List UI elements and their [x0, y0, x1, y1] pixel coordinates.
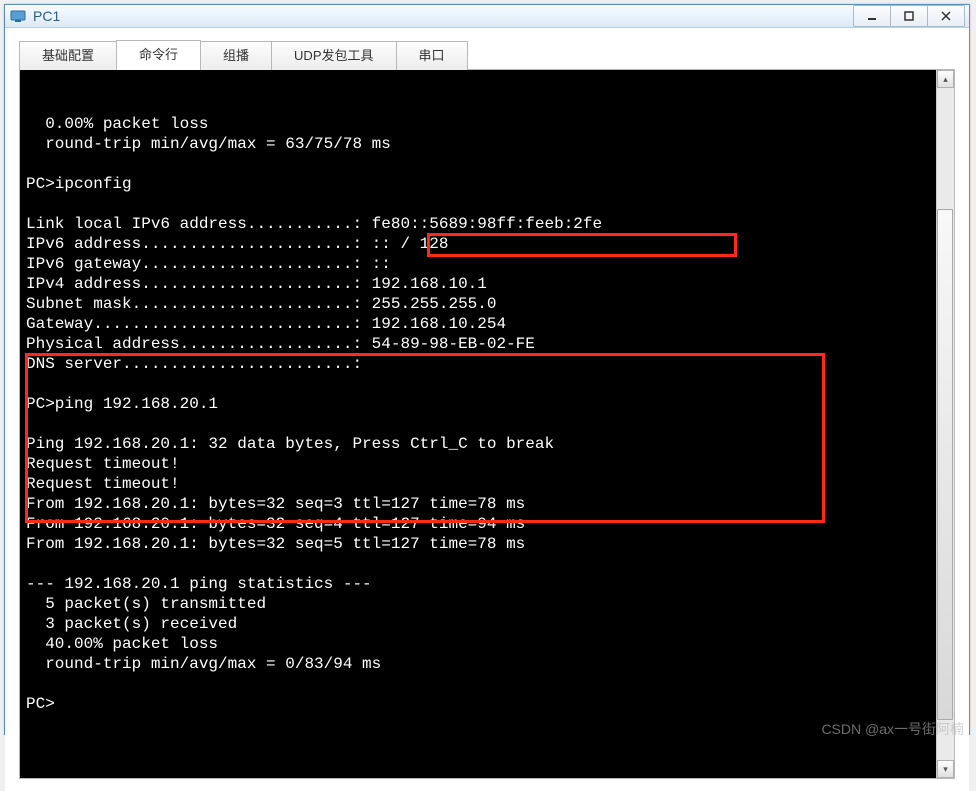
terminal-line: 0.00% packet loss [26, 114, 930, 134]
terminal-container: 0.00% packet loss round-trip min/avg/max… [19, 70, 955, 779]
terminal-line: IPv6 address......................: :: /… [26, 234, 930, 254]
terminal-line [26, 554, 930, 574]
terminal-line: 3 packet(s) received [26, 614, 930, 634]
window-controls [854, 5, 965, 27]
tab-udp-tool[interactable]: UDP发包工具 [271, 41, 396, 71]
terminal-line: From 192.168.20.1: bytes=32 seq=3 ttl=12… [26, 494, 930, 514]
terminal-line: IPv6 gateway......................: :: [26, 254, 930, 274]
minimize-icon [867, 11, 877, 21]
terminal-line: Request timeout! [26, 474, 930, 494]
scrollbar: ▴ ▾ [936, 70, 954, 778]
terminal-line: Request timeout! [26, 454, 930, 474]
terminal-line: IPv4 address......................: 192.… [26, 274, 930, 294]
app-icon [9, 7, 27, 25]
tab-serial[interactable]: 串口 [396, 41, 468, 71]
minimize-button[interactable] [853, 5, 891, 27]
app-window: PC1 基础配置 命令行 组播 UDP发包工具 串口 0.00% packet … [4, 4, 970, 735]
terminal-line [26, 414, 930, 434]
terminal-line: 40.00% packet loss [26, 634, 930, 654]
close-icon [941, 11, 951, 21]
terminal-line: DNS server........................: [26, 354, 930, 374]
close-button[interactable] [927, 5, 965, 27]
scroll-track[interactable] [937, 88, 954, 760]
terminal-line: From 192.168.20.1: bytes=32 seq=5 ttl=12… [26, 534, 930, 554]
terminal-line: PC>ping 192.168.20.1 [26, 394, 930, 414]
tab-basic-config[interactable]: 基础配置 [19, 41, 117, 71]
terminal-line [26, 674, 930, 694]
terminal-line: --- 192.168.20.1 ping statistics --- [26, 574, 930, 594]
tab-command-line[interactable]: 命令行 [116, 40, 201, 71]
tab-bar: 基础配置 命令行 组播 UDP发包工具 串口 [19, 40, 955, 70]
scroll-thumb[interactable] [937, 209, 953, 720]
terminal-line: round-trip min/avg/max = 0/83/94 ms [26, 654, 930, 674]
tab-multicast[interactable]: 组播 [200, 41, 272, 71]
scroll-down-button[interactable]: ▾ [937, 760, 954, 778]
terminal-line: PC>ipconfig [26, 174, 930, 194]
terminal-line: Ping 192.168.20.1: 32 data bytes, Press … [26, 434, 930, 454]
terminal-line [26, 194, 930, 214]
chevron-up-icon: ▴ [943, 74, 948, 85]
terminal-line: From 192.168.20.1: bytes=32 seq=4 ttl=12… [26, 514, 930, 534]
terminal-line: Gateway...........................: 192.… [26, 314, 930, 334]
maximize-button[interactable] [890, 5, 928, 27]
terminal-line: Link local IPv6 address...........: fe80… [26, 214, 930, 234]
terminal-line [26, 374, 930, 394]
terminal-line: Subnet mask.......................: 255.… [26, 294, 930, 314]
terminal-line: round-trip min/avg/max = 63/75/78 ms [26, 134, 930, 154]
terminal-line: PC> [26, 694, 930, 714]
window-title: PC1 [33, 8, 854, 24]
scroll-up-button[interactable]: ▴ [937, 70, 954, 88]
content-area: 基础配置 命令行 组播 UDP发包工具 串口 0.00% packet loss… [5, 28, 969, 791]
terminal-line [26, 154, 930, 174]
maximize-icon [904, 11, 914, 21]
titlebar[interactable]: PC1 [5, 5, 969, 28]
terminal[interactable]: 0.00% packet loss round-trip min/avg/max… [20, 70, 936, 778]
terminal-line: Physical address..................: 54-8… [26, 334, 930, 354]
terminal-line: 5 packet(s) transmitted [26, 594, 930, 614]
chevron-down-icon: ▾ [943, 764, 948, 775]
